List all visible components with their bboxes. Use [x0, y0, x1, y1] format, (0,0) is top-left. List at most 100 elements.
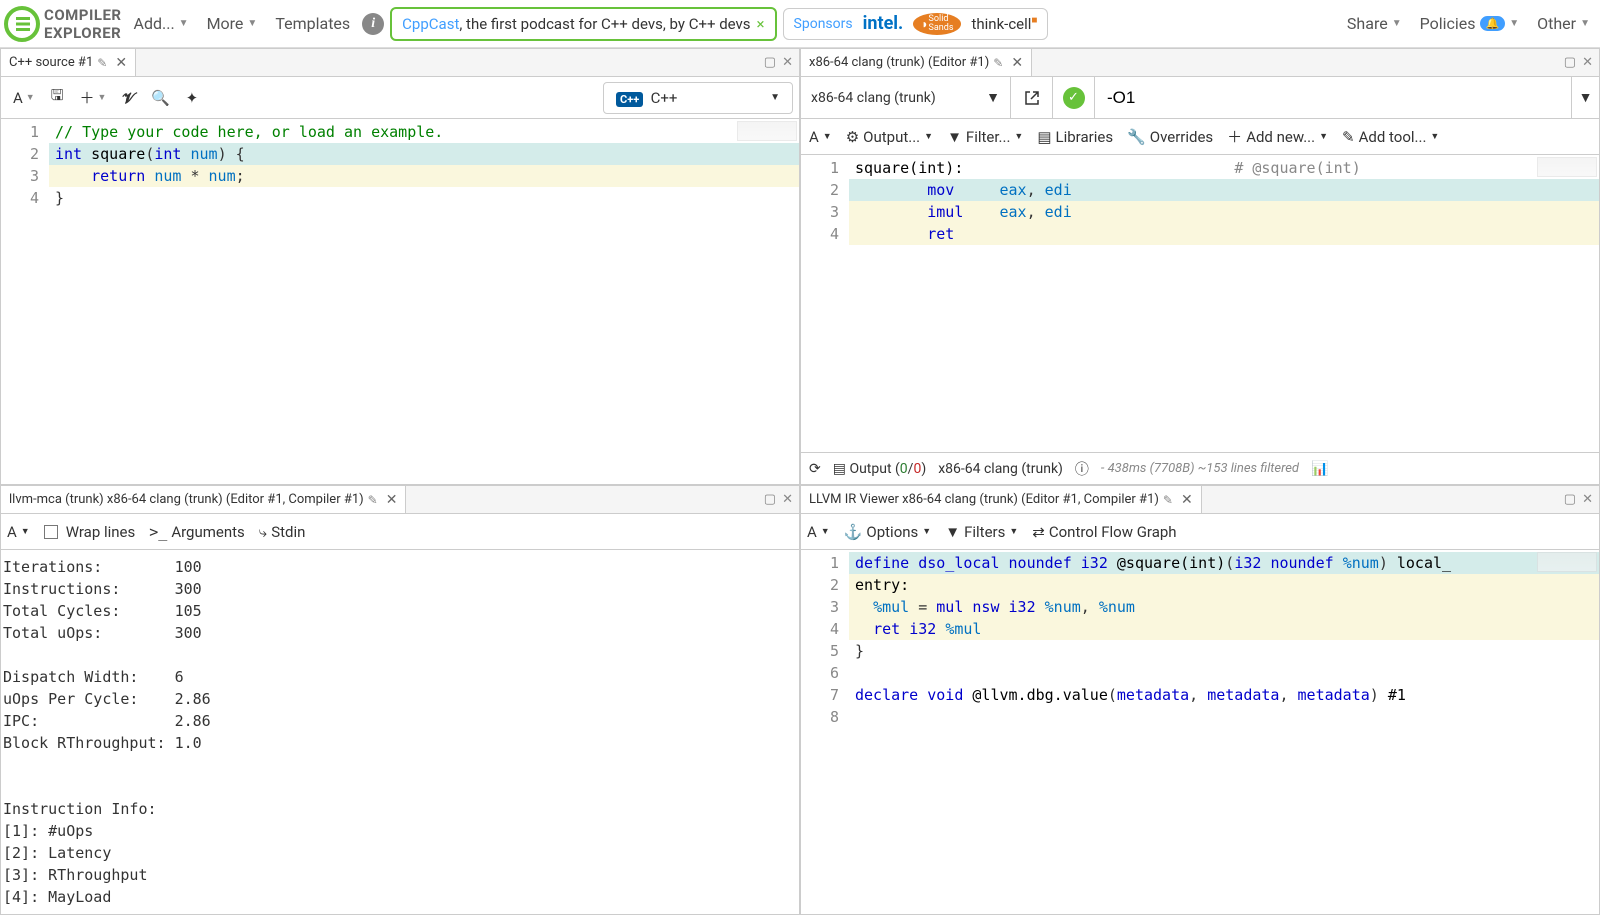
- pane-close-icon[interactable]: ✕: [782, 492, 793, 507]
- promo-banner[interactable]: CppCast, the first podcast for C++ devs,…: [390, 7, 776, 41]
- book-icon: ▤: [1037, 128, 1051, 146]
- source-editor[interactable]: 1234 // Type your code here, or load an …: [1, 119, 799, 484]
- cli-icon: >_: [149, 523, 167, 541]
- filters-dropdown[interactable]: ▼Filters▼: [945, 523, 1018, 541]
- add-button[interactable]: ＋▼: [74, 83, 113, 112]
- overrides-button[interactable]: 🔧Overrides: [1127, 128, 1213, 146]
- nav-other[interactable]: Other▼: [1531, 8, 1596, 39]
- nav-policies[interactable]: Policies🔔▼: [1414, 8, 1526, 39]
- whitespace-icon[interactable]: ✦: [180, 85, 205, 111]
- options-dropdown[interactable]: ⚓Options▼: [844, 523, 932, 541]
- mca-toolbar: A▼ Wrap lines >_Arguments ⤷Stdin: [1, 514, 799, 550]
- wrap-lines-toggle[interactable]: Wrap lines: [44, 523, 136, 541]
- mca-tab-bar: llvm-mca (trunk) x86-64 clang (trunk) (E…: [1, 486, 799, 514]
- stats-icon[interactable]: 📊: [1311, 461, 1328, 477]
- font-button[interactable]: A▼: [7, 85, 41, 111]
- add-new-dropdown[interactable]: ＋Add new...▼: [1227, 126, 1328, 147]
- maximize-icon[interactable]: ▢: [1564, 55, 1576, 70]
- ir-pane: LLVM IR Viewer x86-64 clang (trunk) (Edi…: [800, 485, 1600, 915]
- minimap[interactable]: [1537, 157, 1597, 177]
- compiler-name: x86-64 clang (trunk): [811, 90, 936, 106]
- cfg-button[interactable]: ⇄Control Flow Graph: [1032, 523, 1176, 541]
- plus-icon: ＋: [1227, 126, 1242, 147]
- compiler-options-input[interactable]: [1095, 77, 1571, 118]
- filter-dropdown[interactable]: ▼Filter...▼: [947, 128, 1023, 146]
- notification-badge: 🔔: [1480, 16, 1506, 31]
- ir-tab-bar: LLVM IR Viewer x86-64 clang (trunk) (Edi…: [801, 486, 1599, 514]
- external-link-icon[interactable]: [1011, 77, 1053, 119]
- maximize-icon[interactable]: ▢: [764, 55, 776, 70]
- vim-button[interactable]: 𝓥: [116, 85, 141, 111]
- compile-status[interactable]: ✓: [1053, 77, 1095, 119]
- info-icon[interactable]: i: [362, 13, 384, 35]
- close-icon[interactable]: ✕: [386, 492, 398, 508]
- language-label: C++: [651, 89, 678, 107]
- asm-tab[interactable]: x86-64 clang (trunk) (Editor #1) ✎ ✕: [801, 49, 1032, 76]
- editor-tab-title: C++ source #1: [9, 55, 93, 70]
- search-icon[interactable]: 🔍: [145, 85, 176, 111]
- pen-icon: ✎: [1342, 128, 1355, 146]
- close-icon[interactable]: ✕: [1011, 55, 1023, 71]
- nav-share[interactable]: Share▼: [1341, 8, 1408, 39]
- editor-tab-bar: C++ source #1 ✎ ✕ ▢ ✕: [1, 49, 799, 77]
- compiler-select[interactable]: x86-64 clang (trunk)▼: [801, 77, 1011, 118]
- asm-tab-bar: x86-64 clang (trunk) (Editor #1) ✎ ✕ ▢ ✕: [801, 49, 1599, 77]
- arguments-button[interactable]: >_Arguments: [149, 523, 245, 541]
- output-button[interactable]: ▤ Output (0/0): [833, 461, 926, 477]
- ir-editor[interactable]: 12345678 define dso_local noundef i32 @s…: [801, 550, 1599, 914]
- options-dropdown[interactable]: ▼: [1571, 77, 1599, 118]
- sponsor-thinkcell[interactable]: think-cell■: [971, 15, 1037, 33]
- close-icon[interactable]: ✕: [115, 55, 127, 71]
- libraries-button[interactable]: ▤Libraries: [1037, 128, 1113, 146]
- mca-output[interactable]: Iterations: 100 Instructions: 300 Total …: [1, 550, 799, 914]
- language-select[interactable]: C++ C++ ▼: [603, 82, 793, 114]
- output-dropdown[interactable]: ⚙Output...▼: [846, 128, 933, 146]
- pencil-icon[interactable]: ✎: [368, 493, 378, 507]
- nav-more[interactable]: More▼: [201, 8, 264, 39]
- pane-close-icon[interactable]: ✕: [1582, 55, 1593, 70]
- pencil-icon[interactable]: ✎: [1163, 493, 1173, 507]
- save-button[interactable]: 🖫: [45, 81, 70, 114]
- promo-brand: CppCast: [402, 15, 459, 33]
- line-gutter: 1234: [801, 155, 849, 452]
- close-icon[interactable]: ✕: [1181, 492, 1193, 508]
- font-button[interactable]: A▼: [807, 523, 830, 541]
- font-button[interactable]: A▼: [809, 128, 832, 146]
- code-area[interactable]: define dso_local noundef i32 @square(int…: [849, 550, 1599, 914]
- pane-close-icon[interactable]: ✕: [782, 55, 793, 70]
- sponsor-solidsands[interactable]: ◗ SolidSands: [913, 13, 961, 35]
- mca-tab[interactable]: llvm-mca (trunk) x86-64 clang (trunk) (E…: [1, 486, 406, 513]
- ir-tab-title: LLVM IR Viewer x86-64 clang (trunk) (Edi…: [809, 492, 1159, 507]
- info-icon[interactable]: ⓘ: [1075, 459, 1089, 479]
- asm-editor[interactable]: 1234 square(int): # @square(int) mov eax…: [801, 155, 1599, 452]
- pane-close-icon[interactable]: ✕: [1582, 492, 1593, 507]
- compiler-toolbar: x86-64 clang (trunk)▼ ✓ ▼: [801, 77, 1599, 119]
- logo-text-1: COMPILER: [44, 6, 122, 24]
- asm-pane: x86-64 clang (trunk) (Editor #1) ✎ ✕ ▢ ✕…: [800, 48, 1600, 485]
- pencil-icon[interactable]: ✎: [97, 56, 107, 70]
- minimap[interactable]: [737, 121, 797, 141]
- promo-close-icon[interactable]: ×: [757, 15, 765, 33]
- pencil-icon[interactable]: ✎: [993, 56, 1003, 70]
- add-tool-dropdown[interactable]: ✎Add tool...▼: [1342, 128, 1439, 146]
- nav-add[interactable]: Add...▼: [128, 8, 195, 39]
- stdin-button[interactable]: ⤷Stdin: [259, 523, 306, 541]
- code-area[interactable]: // Type your code here, or load an examp…: [49, 119, 799, 484]
- nav-templates[interactable]: Templates: [269, 8, 356, 39]
- anchor-icon: ⚓: [844, 523, 863, 541]
- minimap[interactable]: [1537, 552, 1597, 572]
- reload-icon[interactable]: ⟳: [809, 461, 821, 477]
- logo[interactable]: COMPILEREXPLORER: [4, 6, 122, 42]
- sponsor-intel[interactable]: intel.: [863, 13, 904, 34]
- asm-toolbar: A▼ ⚙Output...▼ ▼Filter...▼ ▤Libraries 🔧O…: [801, 119, 1599, 155]
- sponsors-box[interactable]: Sponsors intel. ◗ SolidSands think-cell■: [783, 8, 1049, 40]
- code-area[interactable]: square(int): # @square(int) mov eax, edi…: [849, 155, 1599, 452]
- status-compiler: x86-64 clang (trunk): [938, 461, 1063, 477]
- filter-icon: ▼: [945, 523, 960, 541]
- maximize-icon[interactable]: ▢: [764, 492, 776, 507]
- maximize-icon[interactable]: ▢: [1564, 492, 1576, 507]
- checkbox-icon: [44, 525, 58, 539]
- font-button[interactable]: A▼: [7, 523, 30, 541]
- ir-tab[interactable]: LLVM IR Viewer x86-64 clang (trunk) (Edi…: [801, 486, 1202, 513]
- editor-tab[interactable]: C++ source #1 ✎ ✕: [1, 49, 136, 76]
